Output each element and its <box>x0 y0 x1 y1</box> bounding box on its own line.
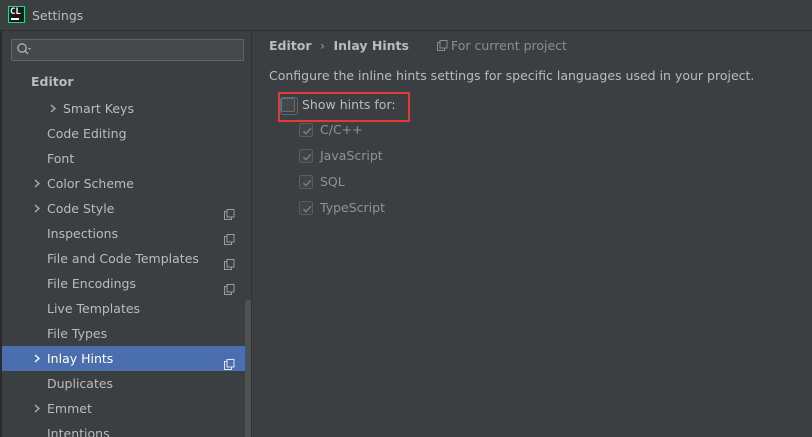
language-label: TypeScript <box>320 200 385 215</box>
checkmark-icon[interactable] <box>299 175 313 189</box>
sidebar-item-code-editing[interactable]: Code Editing <box>2 121 251 146</box>
chevron-right-icon[interactable] <box>31 396 43 421</box>
sidebar-item-emmet[interactable]: Emmet <box>2 396 251 421</box>
checkmark-icon[interactable] <box>299 149 313 163</box>
sidebar-item-color-scheme[interactable]: Color Scheme <box>2 171 251 196</box>
breadcrumb: Editor › Inlay Hints <box>269 38 409 54</box>
sidebar-item-label: Color Scheme <box>47 176 134 191</box>
sidebar-item-label: Code Style <box>47 201 115 216</box>
settings-sidebar: Editor Smart Keys Code Editing Font Color S… <box>2 31 252 437</box>
checkmark-icon[interactable] <box>299 123 313 137</box>
sidebar-item-live-templates[interactable]: Live Templates <box>2 296 251 321</box>
sidebar-group-label: Editor <box>31 74 74 89</box>
search-icon <box>16 42 32 59</box>
chevron-right-icon[interactable] <box>31 346 43 371</box>
breadcrumb-separator: › <box>320 38 325 53</box>
sidebar-scrollbar[interactable] <box>245 300 251 437</box>
sidebar-item-file-types[interactable]: File Types <box>2 321 251 346</box>
sidebar-item-code-style[interactable]: Code Style <box>2 196 251 221</box>
page-description: Configure the inline hints settings for … <box>269 68 755 83</box>
sidebar-item-label: Emmet <box>47 401 92 416</box>
sidebar-item-label: Code Editing <box>47 126 127 141</box>
scope-label: For current project <box>437 38 567 53</box>
project-scope-icon <box>224 278 235 295</box>
sidebar-item-file-and-code-templates[interactable]: File and Code Templates <box>2 246 251 271</box>
clion-app-icon: CL <box>8 6 25 23</box>
sidebar-item-intentions[interactable]: Intentions <box>2 421 251 437</box>
project-scope-icon <box>224 203 235 220</box>
sidebar-item-label: File Types <box>47 326 108 341</box>
sidebar-item-inspections[interactable]: Inspections <box>2 221 251 246</box>
checkmark-icon[interactable] <box>299 201 313 215</box>
chevron-right-icon[interactable] <box>31 171 43 196</box>
sidebar-item-label: Inspections <box>47 226 119 241</box>
sidebar-item-label: Smart Keys <box>63 101 134 116</box>
title-bar: CL Settings <box>0 0 812 31</box>
chevron-right-icon[interactable] <box>31 196 43 221</box>
sidebar-item-label: Inlay Hints <box>47 351 114 366</box>
sidebar-item-label: Font <box>47 151 75 166</box>
sidebar-item-inlay-hints[interactable]: Inlay Hints <box>2 346 251 371</box>
language-label: JavaScript <box>320 148 383 163</box>
window-title: Settings <box>32 8 84 23</box>
show-hints-label: Show hints for: <box>302 97 396 112</box>
sidebar-item-label: Intentions <box>47 426 110 437</box>
app-icon-text: CL <box>10 7 21 17</box>
sidebar-item-label: File and Code Templates <box>47 251 199 266</box>
sidebar-item-duplicates[interactable]: Duplicates <box>2 371 251 396</box>
chevron-right-icon[interactable] <box>47 96 59 121</box>
project-scope-icon <box>224 253 235 270</box>
breadcrumb-parent[interactable]: Editor <box>269 38 312 53</box>
sidebar-item-file-encodings[interactable]: File Encodings <box>2 271 251 296</box>
breadcrumb-current: Inlay Hints <box>333 38 409 53</box>
checkbox-unchecked-icon[interactable] <box>280 97 298 115</box>
project-scope-icon <box>437 39 448 51</box>
sidebar-item-smart-keys[interactable]: Smart Keys <box>2 96 251 121</box>
sidebar-group-editor[interactable]: Editor <box>2 69 251 94</box>
language-label: C/C++ <box>320 122 363 137</box>
language-label: SQL <box>320 174 345 189</box>
sidebar-item-label: File Encodings <box>47 276 137 291</box>
sidebar-item-label: Duplicates <box>47 376 114 391</box>
settings-content: Editor › Inlay Hints For current project C… <box>252 31 812 437</box>
scope-text: For current project <box>451 38 567 53</box>
project-scope-icon <box>224 228 235 245</box>
settings-search-input[interactable] <box>11 39 244 61</box>
sidebar-item-font[interactable]: Font <box>2 146 251 171</box>
project-scope-icon <box>224 353 235 370</box>
sidebar-item-label: Live Templates <box>47 301 141 316</box>
